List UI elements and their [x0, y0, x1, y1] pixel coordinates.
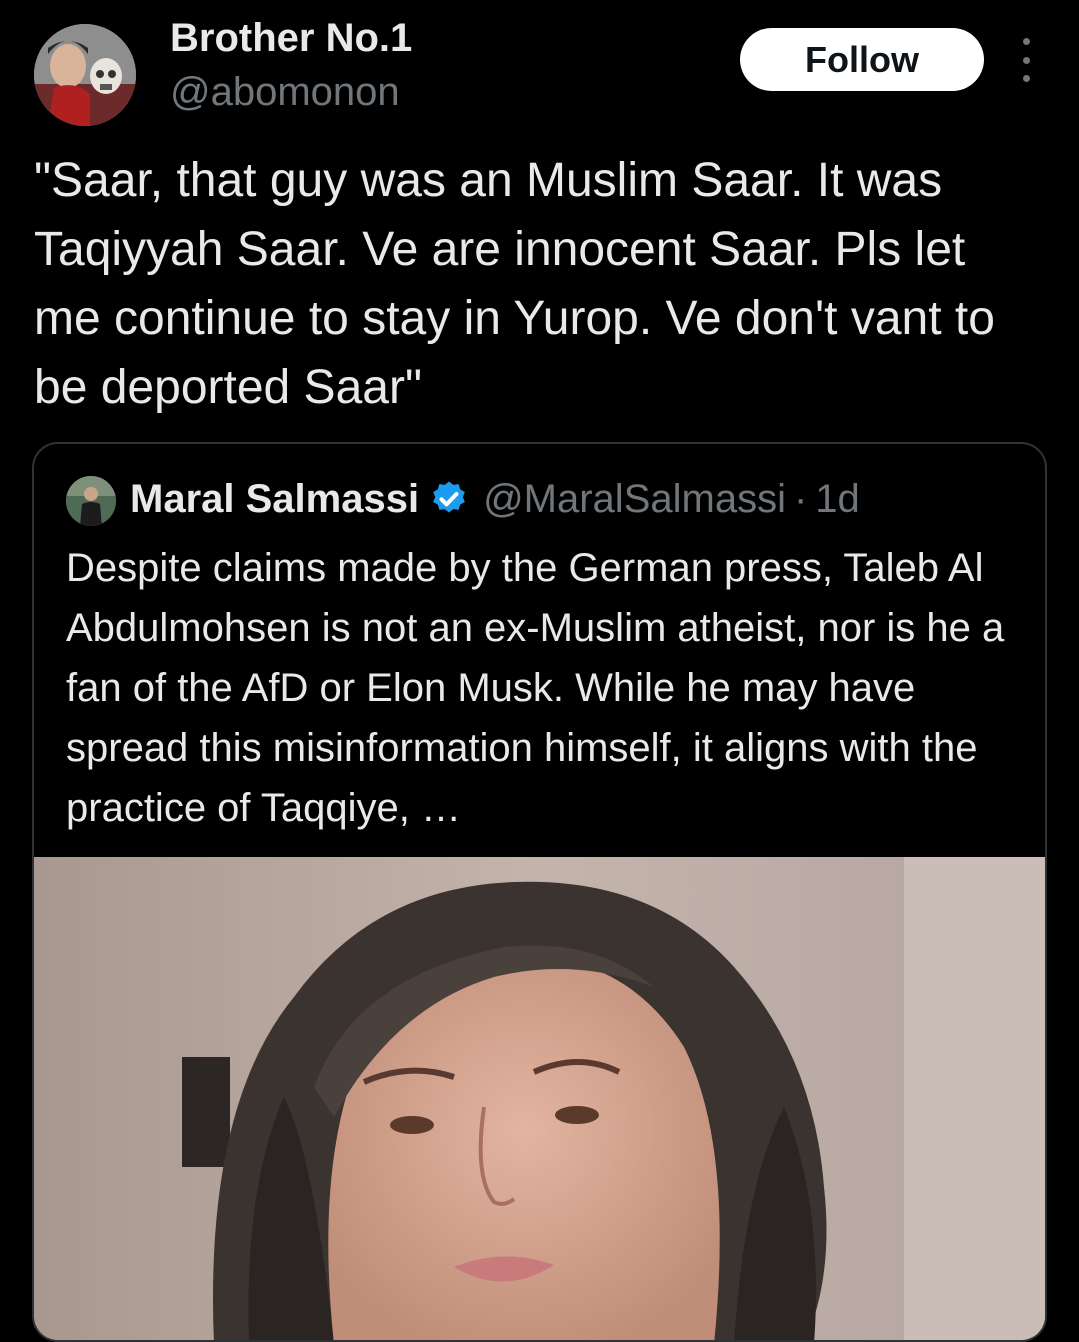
more-dot	[1022, 56, 1030, 64]
quote-timestamp[interactable]: 1d	[815, 477, 860, 522]
author-avatar-image	[34, 24, 136, 126]
woman-portrait-image	[34, 857, 1045, 1340]
follow-button[interactable]: Follow	[740, 28, 984, 91]
tweet-text: "Saar, that guy was an Muslim Saar. It w…	[34, 154, 995, 414]
quote-text: Despite claims made by the German press,…	[66, 546, 1005, 830]
quote-avatar-image	[66, 476, 116, 526]
author-name[interactable]: Brother No.1	[170, 16, 412, 61]
more-dot	[1022, 38, 1030, 45]
author-handle[interactable]: @abomonon	[170, 70, 400, 115]
quote-separator: ·	[793, 476, 808, 521]
quote-media-image[interactable]	[34, 857, 1045, 1340]
quote-header: Maral Salmassi @MaralSalmassi · 1d	[130, 472, 860, 526]
quoted-tweet[interactable]: Maral Salmassi @MaralSalmassi · 1d Despi…	[32, 442, 1047, 1342]
verified-badge-icon	[433, 481, 465, 513]
more-dot	[1022, 75, 1030, 82]
more-options-icon[interactable]	[1014, 38, 1038, 82]
quote-author-handle[interactable]: @MaralSalmassi	[483, 477, 786, 522]
quote-author-name[interactable]: Maral Salmassi	[130, 477, 419, 522]
author-avatar[interactable]	[34, 24, 136, 126]
quote-author-avatar[interactable]	[66, 476, 116, 526]
